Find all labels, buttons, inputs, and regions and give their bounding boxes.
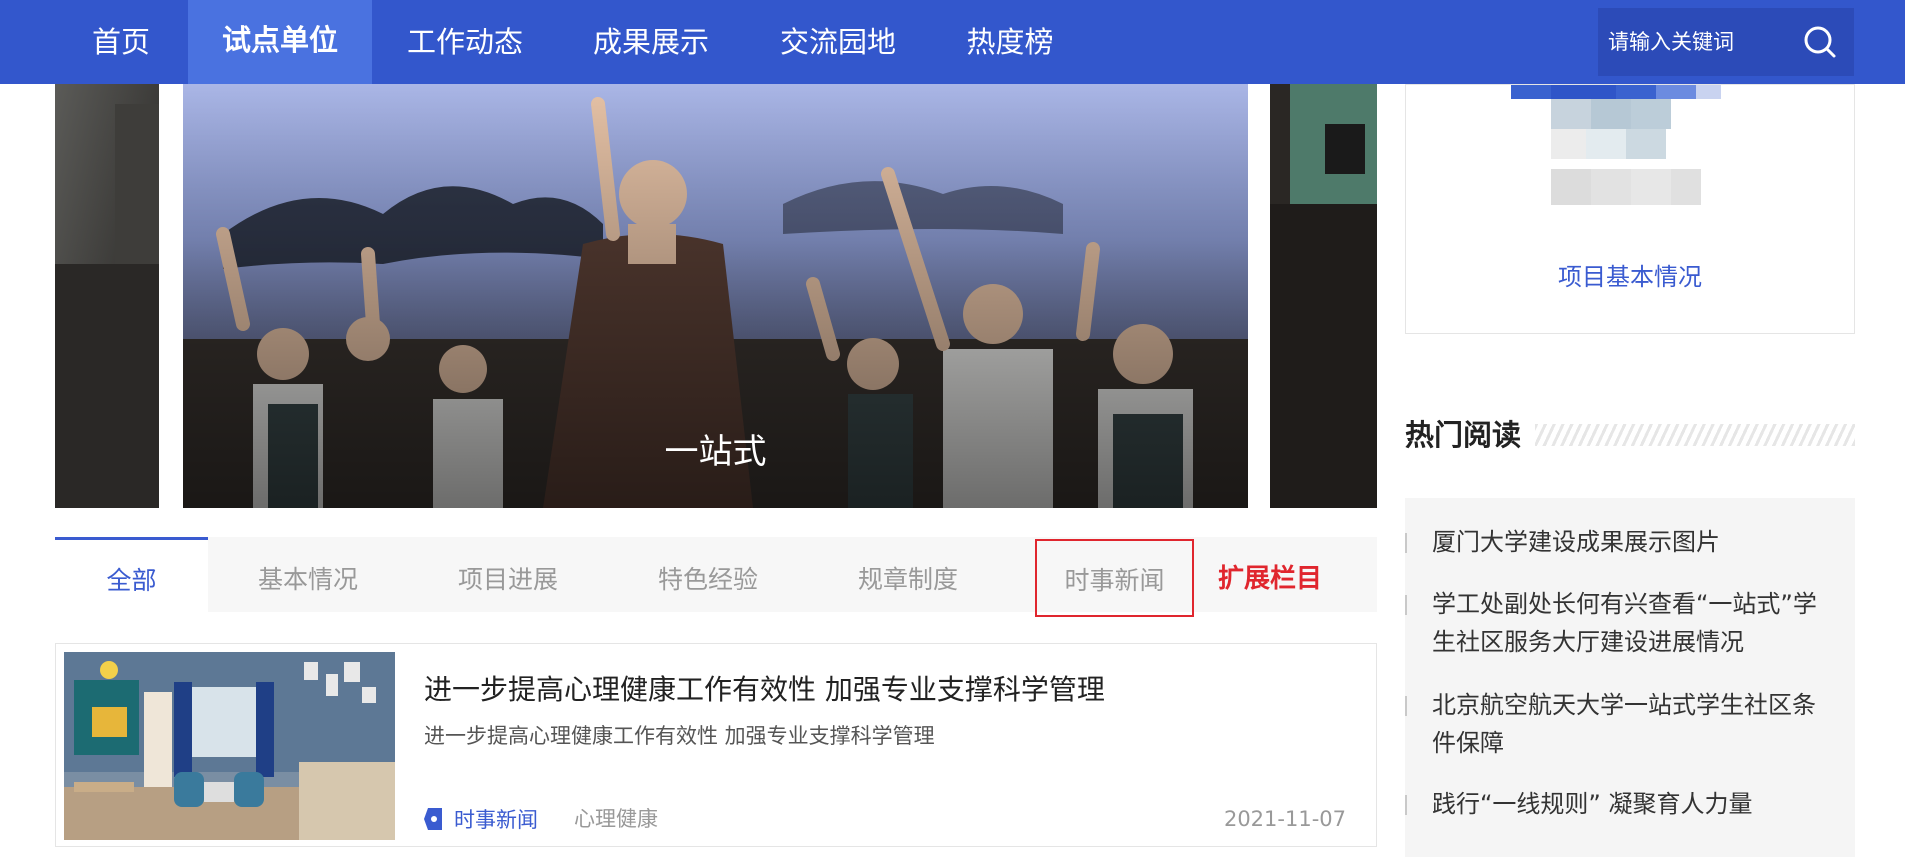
qr-code-image — [1511, 85, 1761, 205]
tab-all[interactable]: 全部 — [55, 537, 208, 612]
carousel-next-slide[interactable] — [1270, 84, 1377, 508]
carousel-caption: 一站式 — [664, 432, 767, 472]
search-box[interactable]: 请输入关键词 — [1598, 8, 1854, 76]
nav-item-home[interactable]: 首页 — [60, 0, 182, 84]
article-title[interactable]: 进一步提高心理健康工作有效性 加强专业支撑科学管理 — [424, 668, 1105, 708]
nav-item-exchange[interactable]: 交流园地 — [763, 0, 913, 84]
nav-item-achievements[interactable]: 成果展示 — [576, 0, 726, 84]
hot-read-item[interactable]: 北京航空航天大学一站式学生社区条件保障 — [1405, 686, 1855, 762]
carousel-main-slide[interactable]: 一站式 — [183, 84, 1248, 508]
project-info-box: 项目基本情况 — [1405, 84, 1855, 334]
nav-item-pilot-units[interactable]: 试点单位 — [188, 0, 372, 84]
hot-read-list: 厦门大学建设成果展示图片 学工处副处长何有兴查看“一站式”学生社区服务大厅建设进… — [1405, 498, 1855, 857]
article-summary: 进一步提高心理健康工作有效性 加强专业支撑科学管理 — [424, 724, 935, 748]
tag-icon — [424, 806, 444, 832]
search-input[interactable]: 请输入关键词 — [1608, 8, 1734, 76]
hot-read-item[interactable]: 践行“一线规则” 凝聚育人力量 — [1405, 785, 1855, 823]
project-info-link[interactable]: 项目基本情况 — [1406, 257, 1854, 292]
article-date: 2021-11-07 — [1223, 807, 1346, 831]
tab-progress[interactable]: 项目进展 — [408, 537, 608, 612]
nav-item-work-news[interactable]: 工作动态 — [390, 0, 540, 84]
hot-read-item[interactable]: 学工处副处长何有兴查看“一站式”学生社区服务大厅建设进展情况 — [1405, 585, 1855, 661]
article-tag-label[interactable]: 时事新闻 — [454, 804, 538, 834]
tab-regulations[interactable]: 规章制度 — [808, 537, 1008, 612]
top-nav: 首页 试点单位 工作动态 成果展示 交流园地 热度榜 请输入关键词 — [0, 0, 1905, 84]
tab-current-news[interactable]: 时事新闻 — [1035, 539, 1194, 617]
tab-experience[interactable]: 特色经验 — [608, 537, 808, 612]
article-category[interactable]: 心理健康 — [574, 804, 658, 834]
hot-read-divider — [1535, 424, 1855, 446]
hot-read-title: 热门阅读 — [1405, 410, 1534, 460]
category-tabs: 全部 基本情况 项目进展 特色经验 规章制度 时事新闻 扩展栏目 — [55, 537, 1377, 617]
banner-carousel[interactable]: 一站式 — [55, 84, 1377, 508]
nav-item-hot-list[interactable]: 热度榜 — [950, 0, 1070, 84]
carousel-prev-slide[interactable] — [55, 84, 159, 508]
hot-read-item[interactable]: 厦门大学建设成果展示图片 — [1405, 523, 1855, 561]
article-thumbnail[interactable] — [64, 652, 395, 840]
tab-basic-info[interactable]: 基本情况 — [208, 537, 408, 612]
article-tag[interactable]: 时事新闻 — [424, 804, 538, 834]
extend-columns-button[interactable]: 扩展栏目 — [1218, 537, 1322, 612]
search-icon[interactable] — [1786, 8, 1854, 76]
article-card[interactable]: 进一步提高心理健康工作有效性 加强专业支撑科学管理 进一步提高心理健康工作有效性… — [55, 643, 1377, 847]
hot-read-header: 热门阅读 — [1405, 410, 1855, 460]
